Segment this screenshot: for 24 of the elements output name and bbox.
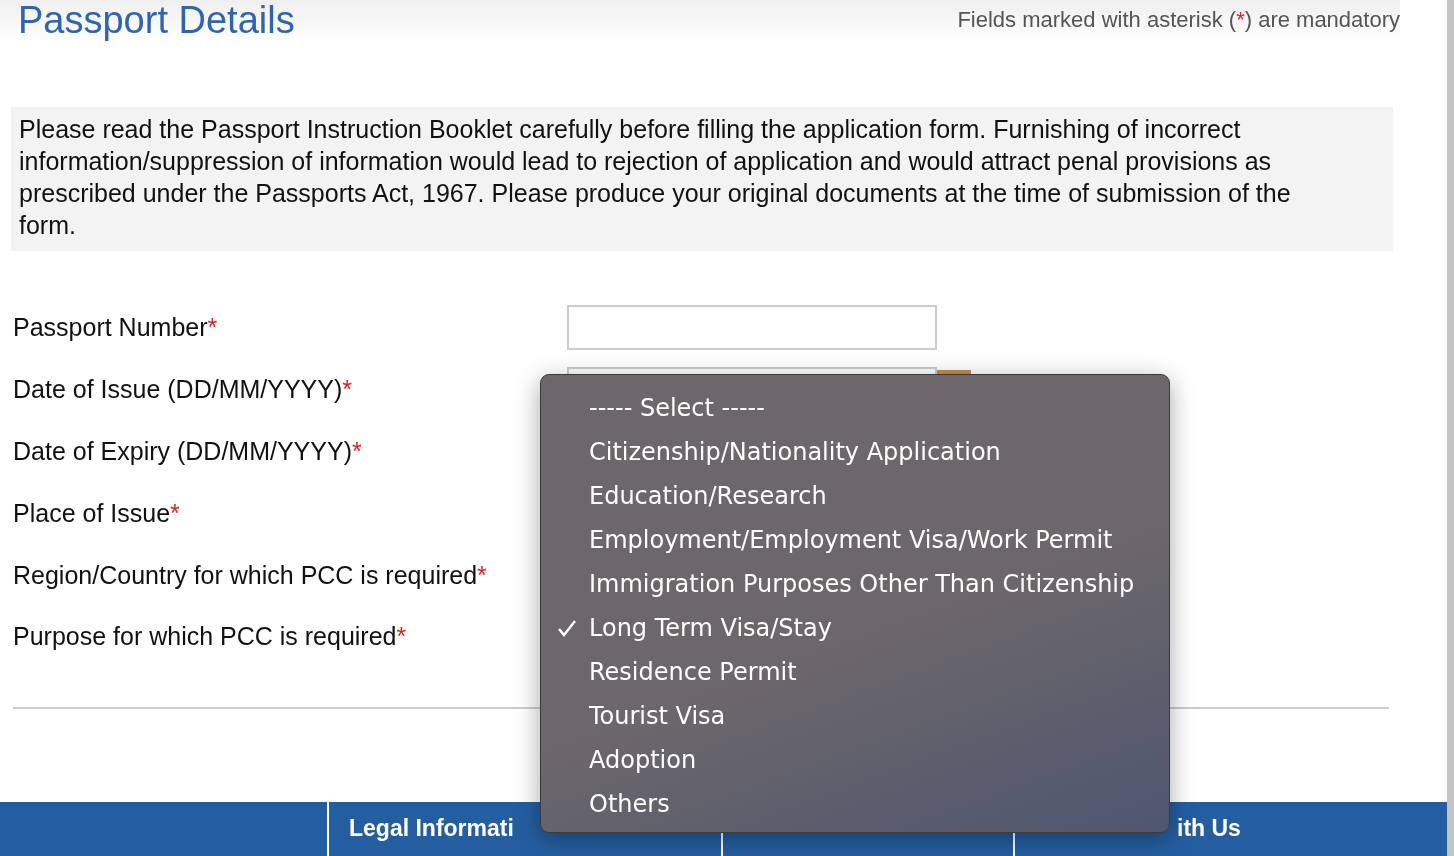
dropdown-option[interactable]: Education/Research [541,474,1169,518]
mandatory-note: Fields marked with asterisk (*) are mandatory [957,7,1400,33]
field-label: Purpose for which PCC is required* [12,622,408,652]
footer-link[interactable]: Legal Informati [349,815,514,843]
dropdown-option[interactable]: Others [541,782,1169,826]
field-label: Date of Expiry (DD/MM/YYYY)* [12,437,363,467]
dropdown-option[interactable]: Adoption [541,738,1169,782]
checkmark-icon [557,618,577,638]
input-field[interactable] [567,305,937,351]
footer-link[interactable]: ith Us [1177,815,1241,843]
dropdown-option[interactable]: Tourist Visa [541,694,1169,738]
dropdown-option[interactable]: Residence Permit [541,650,1169,694]
field-label: Passport Number* [12,313,219,343]
dropdown-option[interactable]: Citizenship/Nationality Application [541,430,1169,474]
dropdown-option[interactable]: ----- Select ----- [541,386,1169,430]
dropdown-option[interactable]: Immigration Purposes Other Than Citizenship [541,562,1169,606]
dropdown-option[interactable]: Long Term Visa/Stay [541,606,1169,650]
instructions-text: Please read the Passport Instruction Booklet carefully before filling the application form. Furnishing of incorrect information/suppression of information would lead to rejection of application and would attract penal provisions as prescribed under the Passports Act, 1967. Please produce your original documents at the time of submission of the form. [11,106,1393,251]
field-label: Date of Issue (DD/MM/YYYY)* [12,375,353,405]
scrollbar[interactable] [1447,0,1454,856]
field-label: Place of Issue* [12,499,181,529]
field-label: Region/Country for which PCC is required* [12,561,488,591]
dropdown-option[interactable]: Employment/Employment Visa/Work Permit [541,518,1169,562]
page-title: Passport Details [18,0,295,42]
